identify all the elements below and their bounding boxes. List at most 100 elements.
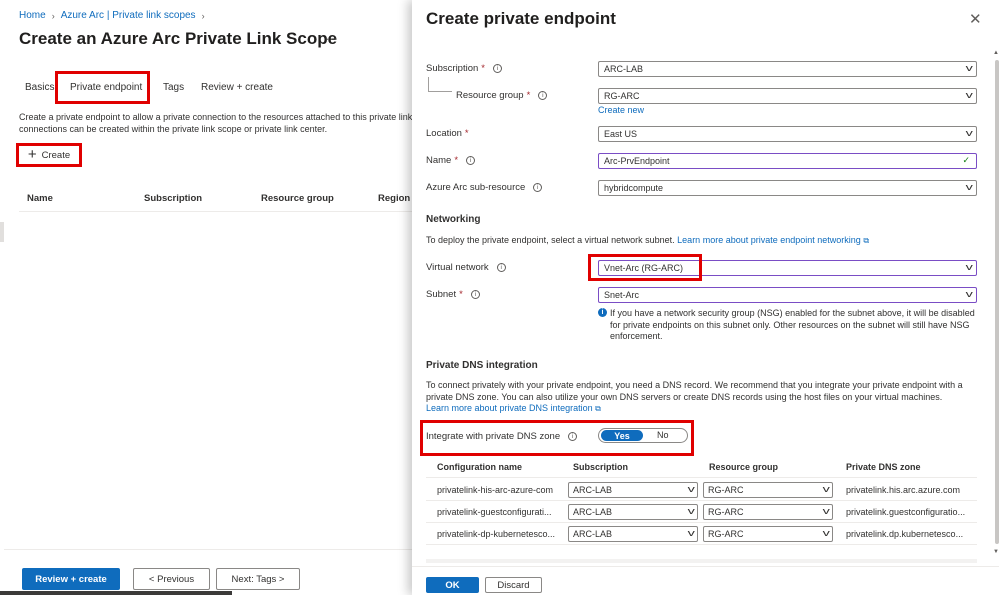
dns-learn-more-text: Learn more about private DNS integration [426,403,593,413]
networking-learn-more-text: Learn more about private endpoint networ… [677,235,861,245]
row-subscription-select[interactable]: ARC-LAB v [568,526,698,542]
required-marker: * [459,289,463,300]
ok-button[interactable]: OK [426,577,479,593]
sub-resource-select[interactable]: hybridcompute v [598,180,977,196]
info-icon[interactable]: i [470,290,480,299]
info-icon[interactable]: i [538,91,548,100]
dns-description: To connect privately with your private e… [426,380,963,415]
row-resource-group-select[interactable]: RG-ARC v [703,482,833,498]
panel-title: Create private endpoint [426,9,616,28]
resource-group-value: RG-ARC [604,91,640,101]
chevron-down-icon: v [965,262,973,272]
create-label: Create [41,149,71,161]
endpoint-table-header: Name Subscription Resource group Region [19,190,412,212]
review-create-button[interactable]: Review + create [22,568,120,590]
dns-zone-cell: privatelink.dp.kubernetesco... [846,529,964,539]
subscription-value: ARC-LAB [604,64,644,74]
resource-group-select[interactable]: RG-ARC v [598,88,977,104]
create-private-endpoint-panel: Create private endpoint ✕ Subscription * i… [412,0,999,595]
chevron-down-icon: v [965,289,973,299]
row-subscription-value: ARC-LAB [573,485,613,495]
chevron-down-icon: v [822,506,830,516]
row-resource-group-select[interactable]: RG-ARC v [703,526,833,542]
required-marker: * [454,155,459,166]
required-marker: * [481,63,485,74]
row-resource-group-value: RG-ARC [708,485,744,495]
tab-review-create[interactable]: Review + create [201,80,273,95]
dns-zone-cell: privatelink.guestconfiguratio... [846,507,966,517]
footer-divider [4,549,412,550]
table-row: privatelink-guestconfigurati... ARC-LAB v… [426,501,977,523]
networking-learn-more-link[interactable]: Learn more about private endpoint networ… [677,235,869,245]
networking-heading: Networking [426,214,481,225]
page-title: Create an Azure Arc Private Link Scope [19,29,338,48]
dns-table-header: Configuration name Subscription Resource… [426,458,977,478]
scrollbar-thumb[interactable] [995,60,999,544]
subscription-label-text: Subscription [426,63,479,74]
location-label: Location * [426,128,469,139]
column-subscription: Subscription [144,193,203,204]
subscription-label: Subscription * i [426,63,502,74]
horizontal-scrollbar[interactable] [426,559,977,563]
sub-resource-label: Azure Arc sub-resource i [426,182,543,193]
nav-edge-indicator [0,222,4,242]
nsg-note-line: for private endpoints on this subnet onl… [610,319,970,330]
highlight-box-dns [420,420,694,456]
previous-button[interactable]: < Previous [133,568,210,590]
subnet-label: Subnet * i [426,289,480,300]
dns-learn-more-link[interactable]: Learn more about private DNS integration… [426,403,601,413]
required-marker: * [526,90,531,101]
column-resource-group: Resource group [261,193,334,204]
discard-button[interactable]: Discard [485,577,542,593]
name-value: Arc-PrvEndpoint [604,156,670,166]
config-name-cell: privatelink-his-arc-azure-com [437,485,554,495]
taskbar-strip [0,591,232,595]
highlight-box-tab [55,71,150,104]
subnet-value: Snet-Arc [604,290,640,300]
subnet-select[interactable]: Snet-Arc v [598,287,977,303]
scroll-up-icon[interactable]: ▲ [993,50,999,56]
chevron-down-icon: v [965,182,973,192]
scroll-down-icon[interactable]: ▼ [993,549,999,555]
create-private-endpoint-button[interactable]: + Create [16,143,82,167]
row-resource-group-select[interactable]: RG-ARC v [703,504,833,520]
networking-description: To deploy the private endpoint, select a… [426,235,869,247]
tab-tags[interactable]: Tags [163,80,184,95]
location-label-text: Location [426,128,462,139]
row-subscription-select[interactable]: ARC-LAB v [568,504,698,520]
description-line: Create a private endpoint to allow a pri… [19,112,412,122]
more-icon[interactable]: ··· [325,31,338,46]
info-icon[interactable]: i [492,64,502,73]
next-tags-button[interactable]: Next: Tags > [216,568,300,590]
create-new-link[interactable]: Create new [598,105,644,115]
subscription-select[interactable]: ARC-LAB v [598,61,977,77]
dns-desc-line: private DNS zone. You can also utilize y… [426,391,943,402]
breadcrumb-home[interactable]: Home [19,10,46,21]
row-resource-group-value: RG-ARC [708,529,744,539]
plus-icon: + [27,145,37,163]
chevron-right-icon: › [201,10,205,21]
virtual-network-label: Virtual network i [426,262,506,273]
tab-description: Create a private endpoint to allow a pri… [19,111,412,135]
location-value: East US [604,129,638,139]
name-input[interactable]: Arc-PrvEndpoint ✓ [598,153,977,169]
tab-basics[interactable]: Basics [25,80,54,95]
location-select[interactable]: East US v [598,126,977,142]
row-subscription-value: ARC-LAB [573,529,613,539]
column-configuration-name: Configuration name [437,462,522,472]
name-label-text: Name [426,155,452,166]
info-icon[interactable]: i [533,183,543,192]
info-icon[interactable]: i [466,156,476,165]
column-subscription: Subscription [573,462,629,472]
required-marker: * [464,128,469,139]
chevron-down-icon: v [965,63,973,73]
close-icon[interactable]: ✕ [969,10,982,28]
info-icon[interactable]: i [496,263,506,272]
private-dns-heading: Private DNS integration [426,360,538,371]
wizard-page: Home › Azure Arc | Private link scopes ›… [0,0,412,595]
row-resource-group-value: RG-ARC [708,507,744,517]
row-subscription-select[interactable]: ARC-LAB v [568,482,698,498]
resource-group-label: Resource group * i [456,90,548,101]
breadcrumb-private-link-scopes[interactable]: Azure Arc | Private link scopes [61,10,196,21]
checkmark-icon: ✓ [962,155,970,165]
